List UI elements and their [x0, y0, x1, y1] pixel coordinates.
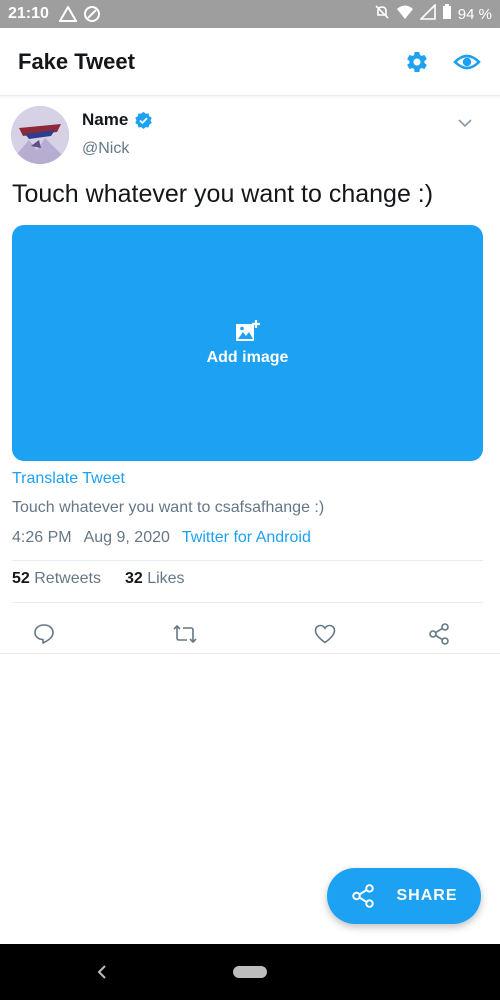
status-right: 94 %: [374, 3, 492, 24]
translate-tweet-link[interactable]: Translate Tweet: [12, 470, 125, 488]
app-actions: [402, 47, 482, 77]
signal-icon: [418, 3, 436, 24]
wifi-icon: [396, 4, 414, 24]
add-photo-icon: [235, 320, 260, 341]
heart-icon: [314, 624, 336, 644]
tweet-time[interactable]: 4:26 PM: [12, 529, 72, 547]
share-fab[interactable]: SHARE: [327, 868, 481, 924]
add-image-button[interactable]: Add image: [12, 225, 483, 461]
share-icon: [429, 623, 449, 645]
mute-icon: [374, 4, 390, 24]
tweet-menu-button[interactable]: [456, 114, 474, 132]
retweet-icon: [173, 624, 197, 644]
retweets-label: Retweets: [34, 570, 101, 587]
retweets-count: 52: [12, 570, 30, 587]
home-pill[interactable]: [233, 966, 267, 978]
battery-percent: 94 %: [457, 5, 492, 23]
retweet-button[interactable]: [172, 621, 198, 647]
settings-button[interactable]: [402, 47, 432, 77]
share-icon: [352, 884, 375, 908]
avatar[interactable]: [11, 106, 69, 164]
user-handle[interactable]: @Nick: [82, 140, 129, 158]
like-button[interactable]: [312, 621, 338, 647]
tweet-source[interactable]: Twitter for Android: [182, 529, 311, 547]
system-nav-bar: [0, 944, 500, 1000]
share-fab-label: SHARE: [396, 887, 458, 904]
data-saver-icon: [83, 5, 101, 23]
app-bar: Fake Tweet: [0, 28, 500, 96]
likes-stat[interactable]: 32 Likes: [125, 570, 185, 588]
reply-button[interactable]: [31, 621, 57, 647]
likes-count: 32: [124, 570, 143, 587]
retweets-stat[interactable]: 52 Retweets: [12, 570, 101, 588]
tweet-meta: 4:26 PM Aug 9, 2020 Twitter for Android: [12, 529, 311, 547]
status-time: 21:10: [8, 5, 49, 22]
avatar-image: [11, 106, 69, 164]
gear-icon: [407, 51, 427, 72]
chevron-down-icon: [458, 119, 472, 128]
app-title: Fake Tweet: [18, 48, 135, 74]
display-name: Name: [82, 110, 129, 129]
tweet-stats: 52 Retweets 32 Likes: [12, 570, 185, 588]
chevron-left-icon: [97, 965, 106, 979]
add-image-label: Add image: [206, 349, 289, 366]
translated-text[interactable]: Touch whatever you want to csafsafhange …: [12, 499, 324, 517]
share-button[interactable]: [426, 621, 452, 647]
tweet-text[interactable]: Touch whatever you want to change :): [12, 180, 433, 209]
eye-icon: [453, 54, 481, 69]
tweet-date[interactable]: Aug 9, 2020: [84, 529, 170, 547]
back-button[interactable]: [92, 960, 112, 984]
verified-badge-icon: [135, 111, 153, 129]
preview-button[interactable]: [452, 47, 482, 77]
likes-label: Likes: [147, 570, 185, 587]
user-name[interactable]: Name: [82, 110, 153, 130]
divider: [12, 560, 483, 561]
status-bar: 21:10 94 %: [0, 0, 500, 28]
divider: [0, 653, 500, 654]
tweet-actions: [0, 611, 500, 657]
alert-triangle-icon: [58, 6, 77, 22]
divider: [12, 602, 483, 603]
reply-icon: [34, 624, 54, 644]
battery-icon: [442, 4, 452, 24]
